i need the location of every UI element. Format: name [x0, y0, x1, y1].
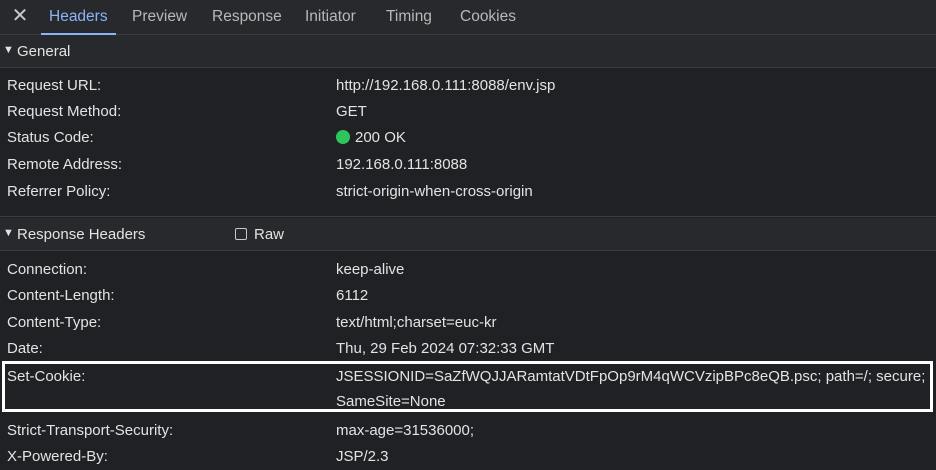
header-value[interactable]: GET — [336, 103, 367, 120]
set-cookie-value-continuation[interactable]: SameSite=None — [336, 393, 446, 410]
header-key: Content-Length: — [7, 287, 115, 304]
tab-headers[interactable]: Headers — [41, 0, 116, 35]
response-header-row-set-cookie: Set-Cookie: JSESSIONID=SaZfWQJJARamtatVD… — [0, 364, 936, 390]
raw-checkbox[interactable] — [235, 228, 247, 240]
tab-initiator[interactable]: Initiator — [297, 0, 364, 35]
header-value[interactable]: keep-alive — [336, 261, 404, 278]
header-key: Status Code: — [7, 129, 94, 146]
expand-triangle-icon: ▼ — [3, 227, 14, 239]
tab-cookies[interactable]: Cookies — [452, 0, 524, 35]
general-section-title: General — [17, 43, 71, 60]
header-key: Connection: — [7, 261, 88, 278]
header-value[interactable]: Thu, 29 Feb 2024 07:32:33 GMT — [336, 340, 554, 357]
header-key: Request URL: — [7, 77, 102, 94]
header-value[interactable]: text/html;charset=euc-kr — [336, 314, 496, 331]
header-key: Remote Address: — [7, 156, 123, 173]
header-value[interactable]: JSP/2.3 — [336, 448, 389, 465]
general-section-header[interactable]: ▼ General — [0, 35, 936, 68]
header-key: Referrer Policy: — [7, 183, 111, 200]
expand-triangle-icon: ▼ — [3, 44, 14, 56]
header-key: Request Method: — [7, 103, 122, 120]
raw-checkbox-label[interactable]: Raw — [254, 226, 284, 243]
header-value[interactable]: 192.168.0.111:8088 — [336, 156, 467, 173]
general-row: Request URL: http://192.168.0.111:8088/e… — [0, 73, 936, 99]
section-divider — [0, 216, 936, 217]
tab-bar: ✕ Headers Preview Response Initiator Tim… — [0, 0, 936, 35]
status-code-value[interactable]: 200 OK — [336, 129, 406, 146]
response-header-row: Strict-Transport-Security: max-age=31536… — [0, 418, 936, 444]
tab-timing[interactable]: Timing — [378, 0, 440, 35]
header-key: Strict-Transport-Security: — [7, 422, 174, 439]
response-header-row: Date: Thu, 29 Feb 2024 07:32:33 GMT — [0, 336, 936, 362]
header-key: X-Powered-By: — [7, 448, 108, 465]
response-headers-section-header[interactable]: ▼ Response Headers Raw — [0, 218, 936, 251]
general-row: Remote Address: 192.168.0.111:8088 — [0, 152, 936, 178]
header-value[interactable]: JSESSIONID=SaZfWQJJARamtatVDtFpOp9rM4qWC… — [336, 368, 925, 385]
header-key: Set-Cookie: — [7, 368, 86, 385]
header-value[interactable]: strict-origin-when-cross-origin — [336, 183, 533, 200]
header-key: Date: — [7, 340, 43, 357]
response-header-row: Content-Type: text/html;charset=euc-kr — [0, 310, 936, 336]
tab-response[interactable]: Response — [204, 0, 290, 35]
response-header-row: Connection: keep-alive — [0, 257, 936, 283]
response-headers-section-title: Response Headers — [17, 226, 146, 243]
general-row: Request Method: GET — [0, 99, 936, 125]
header-key: Content-Type: — [7, 314, 102, 331]
header-value[interactable]: 6112 — [336, 287, 368, 304]
status-code-text: 200 OK — [355, 129, 406, 146]
response-header-row: X-Powered-By: JSP/2.3 — [0, 444, 936, 470]
response-header-row: Content-Length: 6112 — [0, 283, 936, 309]
general-row: Referrer Policy: strict-origin-when-cros… — [0, 179, 936, 205]
status-ok-dot-icon — [336, 130, 350, 144]
general-row: Status Code: 200 OK — [0, 125, 936, 151]
tab-preview[interactable]: Preview — [124, 0, 195, 35]
close-icon[interactable]: ✕ — [9, 4, 31, 28]
header-value[interactable]: http://192.168.0.111:8088/env.jsp — [336, 77, 555, 94]
header-value[interactable]: max-age=31536000; — [336, 422, 474, 439]
